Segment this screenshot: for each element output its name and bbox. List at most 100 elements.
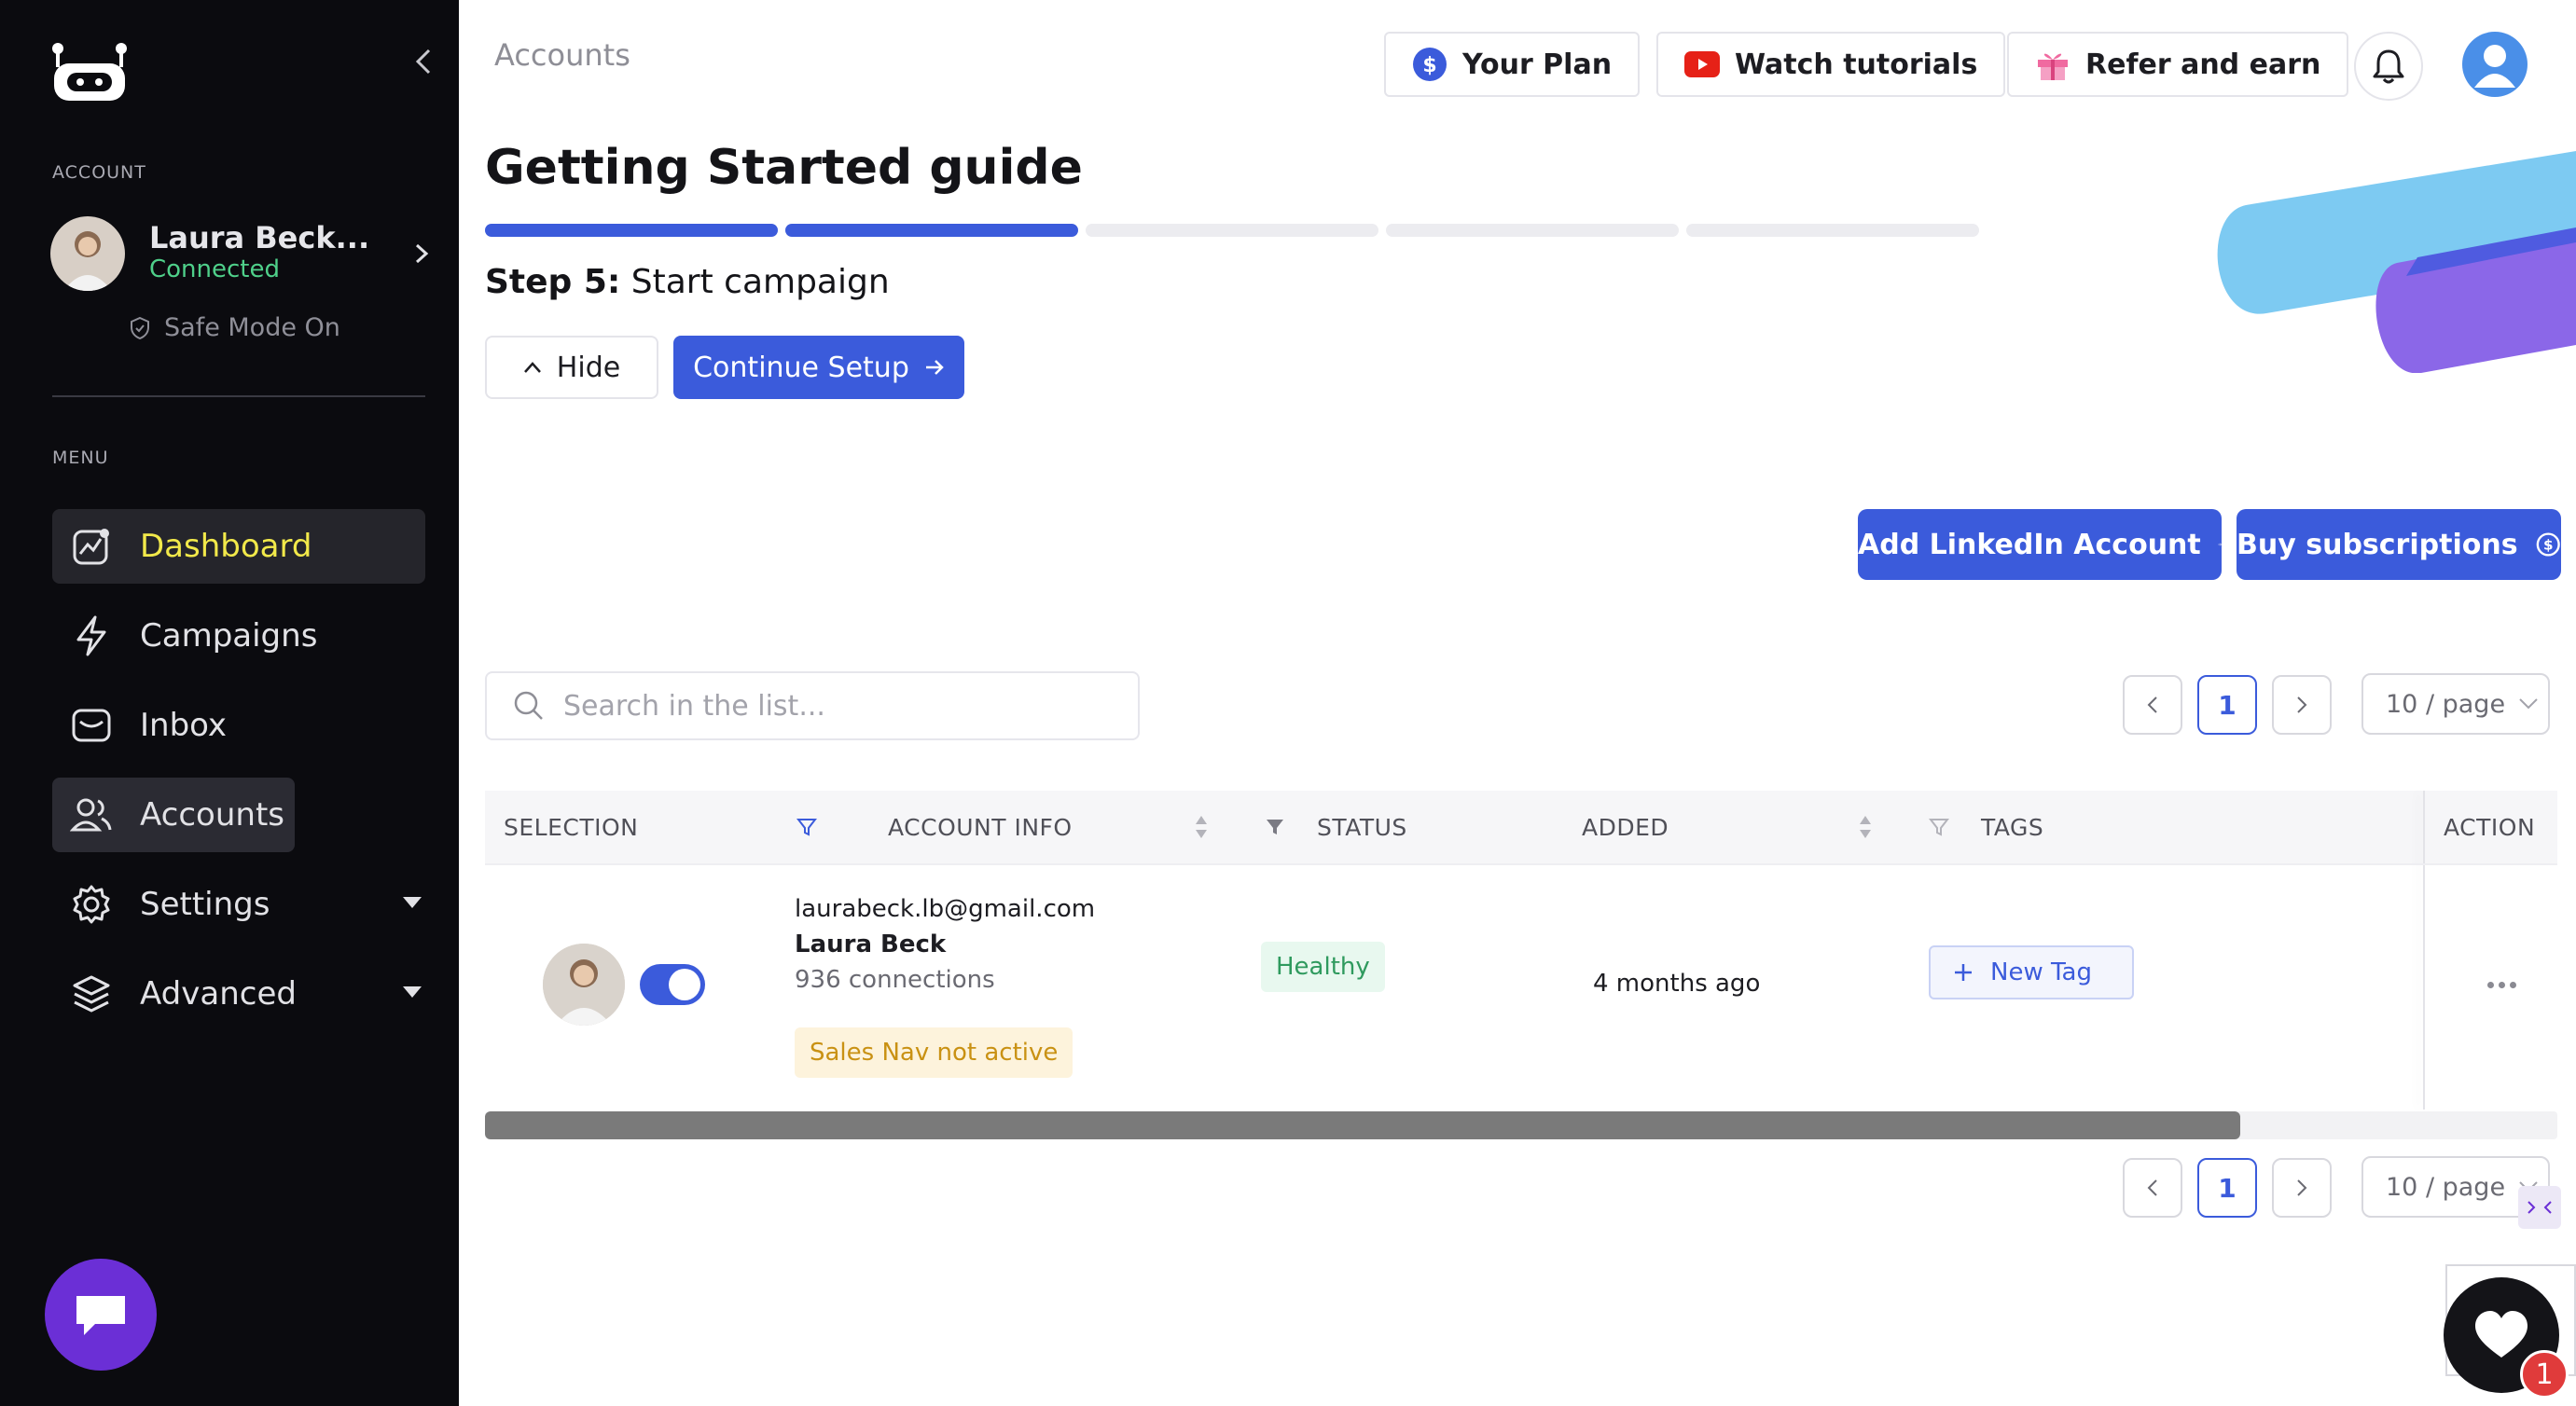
user-profile-avatar[interactable] (2462, 32, 2528, 97)
account-switcher[interactable]: Laura Beck... Connected (50, 214, 433, 293)
caret-down-icon[interactable] (403, 986, 422, 998)
step-name: Start campaign (630, 263, 890, 301)
watch-tutorials-button[interactable]: Watch tutorials (1656, 32, 2006, 97)
more-actions-icon[interactable] (2483, 966, 2520, 1003)
selection-filter-icon[interactable] (796, 791, 817, 863)
users-icon (69, 793, 114, 837)
chevron-left-icon (2147, 696, 2157, 713)
svg-text:$: $ (2543, 537, 2554, 554)
add-linkedin-account-button[interactable]: Add LinkedIn Account (1858, 509, 2222, 580)
buy-subscriptions-label: Buy subscriptions (2237, 528, 2518, 561)
column-header-status: STATUS (1317, 813, 1407, 841)
arrow-right-icon (925, 360, 944, 375)
chevron-right-icon (2297, 696, 2307, 713)
user-icon (2474, 45, 2515, 88)
add-linkedin-label: Add LinkedIn Account (1858, 528, 2201, 561)
sidebar-divider (52, 395, 425, 397)
breadcrumb: Accounts (494, 37, 630, 73)
robot-logo-icon[interactable] (50, 41, 129, 103)
buy-subscriptions-button[interactable]: Buy subscriptions $ (2237, 509, 2561, 580)
sort-account-info-icon[interactable] (1194, 791, 1209, 863)
chevron-left-icon (2147, 1179, 2157, 1196)
tags-filter-icon[interactable] (1929, 791, 1949, 863)
hide-guide-button[interactable]: Hide (485, 336, 658, 399)
sidebar-item-label: Accounts (140, 796, 284, 834)
prev-page-button-bottom[interactable] (2123, 1158, 2182, 1218)
search-box[interactable] (485, 671, 1140, 740)
refer-and-earn-button[interactable]: Refer and earn (2007, 32, 2349, 97)
account-section-label: ACCOUNT (52, 162, 146, 183)
chevron-right-icon[interactable] (410, 242, 433, 265)
account-name: Laura Beck... (149, 220, 370, 255)
dashboard-icon (69, 524, 114, 569)
next-page-button-bottom[interactable] (2272, 1158, 2332, 1218)
horizontal-scrollbar-thumb[interactable] (485, 1111, 2240, 1139)
column-header-added: ADDED (1582, 813, 1669, 841)
column-header-action: ACTION (2444, 813, 2536, 841)
your-plan-button[interactable]: $ Your Plan (1384, 32, 1641, 97)
feedback-chat-button[interactable] (45, 1259, 157, 1371)
chat-heart-icon (2475, 1311, 2528, 1358)
chat-bubble-icon (76, 1296, 125, 1335)
dollar-coin-icon: $ (1413, 48, 1447, 81)
row-account-avatar (543, 944, 625, 1026)
progress-step-3 (1086, 224, 1378, 237)
column-header-account-info: ACCOUNT INFO (888, 813, 1073, 841)
status-filter-icon[interactable] (1265, 791, 1285, 863)
progress-step-2 (785, 224, 1078, 237)
row-selection-toggle[interactable] (640, 964, 705, 1005)
continue-setup-button[interactable]: Continue Setup (673, 336, 964, 399)
safe-mode-status: Safe Mode On (129, 313, 340, 342)
sidebar-item-label: Inbox (140, 707, 228, 744)
new-tag-button[interactable]: New Tag (1929, 945, 2134, 999)
new-tag-label: New Tag (1990, 958, 2092, 986)
menu-section-label: MENU (52, 448, 109, 468)
sidebar-item-label: Campaigns (140, 617, 318, 655)
page-size-select[interactable]: 10 / page (2361, 673, 2550, 735)
bell-icon (2373, 49, 2404, 84)
arrow-right-icon (2218, 543, 2222, 546)
notifications-button[interactable] (2354, 32, 2423, 101)
your-plan-label: Your Plan (1462, 48, 1613, 81)
sidebar: ACCOUNT Laura Beck... Connected Safe Mod… (0, 0, 459, 1406)
next-page-button[interactable] (2272, 675, 2332, 735)
chevron-up-icon (523, 362, 541, 373)
page-number-button[interactable]: 1 (2197, 675, 2257, 735)
notification-count-badge: 1 (2520, 1350, 2569, 1399)
header-row-divider (485, 863, 2557, 865)
prev-page-button[interactable] (2123, 675, 2182, 735)
collapse-widget-icon[interactable] (2518, 1186, 2561, 1229)
sidebar-item-inbox[interactable]: Inbox (52, 688, 425, 763)
sidebar-item-accounts[interactable]: Accounts (52, 778, 295, 852)
sidebar-item-label: Settings (140, 886, 270, 923)
sidebar-item-dashboard[interactable]: Dashboard (52, 509, 425, 584)
sort-added-icon[interactable] (1858, 791, 1873, 863)
collapse-sidebar-icon[interactable] (407, 45, 440, 78)
row-connections: 936 connections (795, 966, 995, 994)
search-input[interactable] (563, 689, 1086, 723)
caret-down-icon[interactable] (403, 897, 422, 908)
chevron-down-icon (2519, 698, 2538, 710)
progress-step-1 (485, 224, 778, 237)
page-number-button-bottom[interactable]: 1 (2197, 1158, 2257, 1218)
youtube-icon (1684, 51, 1720, 77)
sidebar-item-advanced[interactable]: Advanced (52, 957, 425, 1031)
gift-icon (2038, 53, 2068, 80)
continue-setup-label: Continue Setup (693, 351, 909, 384)
current-step: Step 5: Start campaign (485, 263, 890, 301)
sales-nav-badge: Sales Nav not active (795, 1027, 1073, 1078)
progress-step-4 (1386, 224, 1679, 237)
sidebar-item-settings[interactable]: Settings (52, 867, 425, 942)
search-icon (514, 691, 543, 720)
shield-check-icon (131, 316, 149, 339)
inbox-icon (69, 703, 114, 748)
row-added: 4 months ago (1593, 970, 1761, 998)
table-header: SELECTION ACCOUNT INFO STATUS ADDED TAGS… (485, 791, 2557, 863)
sidebar-item-label: Dashboard (140, 528, 312, 565)
guide-progress-bar (485, 224, 1979, 237)
sidebar-item-campaigns[interactable]: Campaigns (52, 599, 425, 673)
step-number: Step 5: (485, 263, 621, 301)
svg-text:$: $ (1422, 54, 1436, 77)
account-avatar (50, 216, 125, 291)
column-header-selection: SELECTION (504, 813, 639, 841)
